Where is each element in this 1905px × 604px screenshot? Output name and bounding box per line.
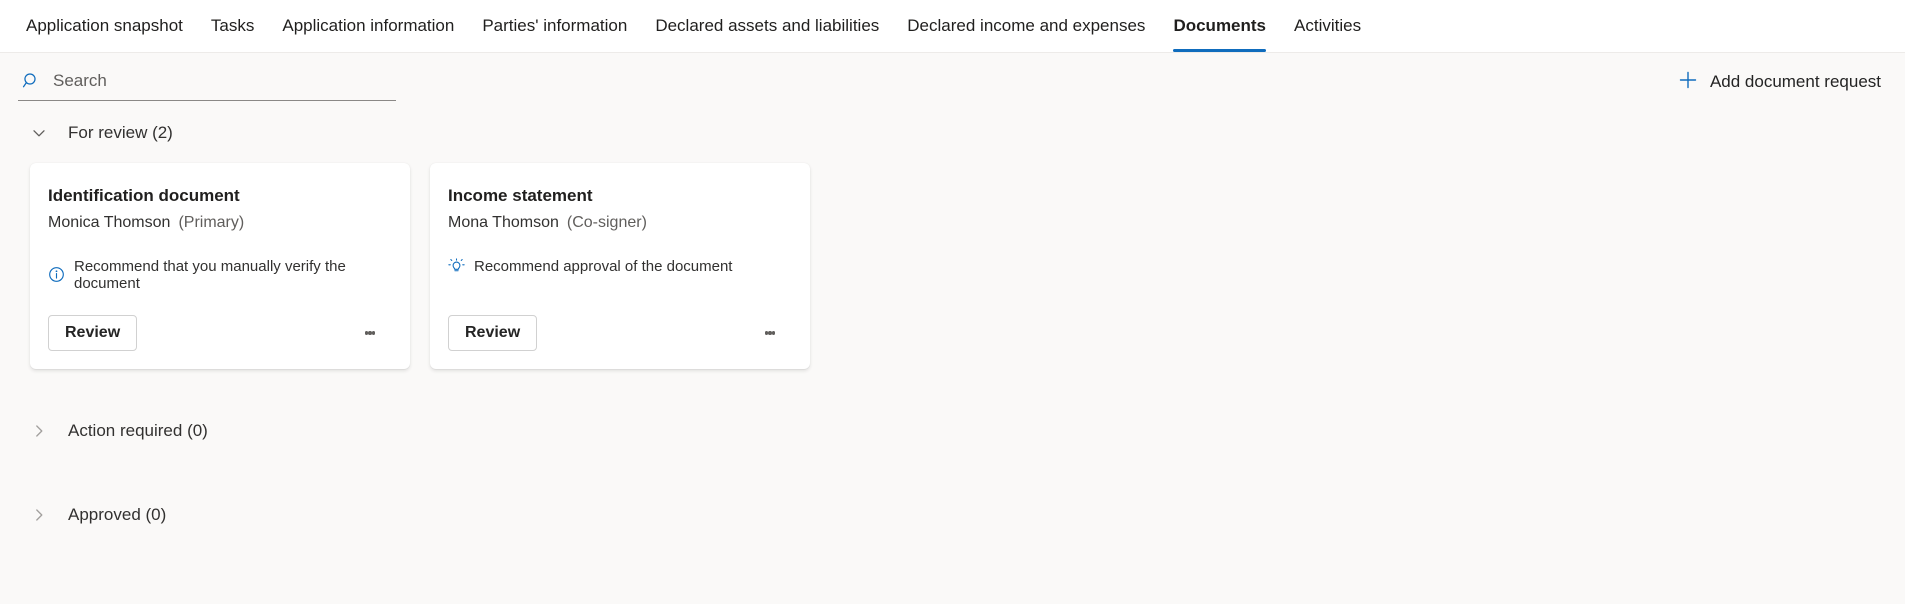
- section-header-action-required[interactable]: Action required (0): [18, 409, 1887, 453]
- search-input[interactable]: [53, 70, 390, 91]
- tab-declared-income-and-expenses[interactable]: Declared income and expenses: [893, 0, 1159, 52]
- recommendation-text: Recommend that you manually verify the d…: [74, 257, 346, 292]
- tab-application-information[interactable]: Application information: [268, 0, 468, 52]
- add-document-request-label: Add document request: [1709, 72, 1881, 91]
- document-title: Income statement: [448, 186, 593, 205]
- documents-page: Application snapshot Tasks Application i…: [0, 0, 1905, 604]
- section-header-for-review[interactable]: For review (2): [18, 111, 1887, 155]
- lightbulb-icon: [448, 258, 465, 275]
- document-card-actions: Review: [448, 315, 788, 351]
- chevron-right-icon: [30, 422, 48, 440]
- document-title: Identification document: [48, 186, 240, 205]
- tab-label: Activities: [1294, 16, 1362, 35]
- party-name: Mona Thomson: [448, 213, 559, 231]
- documents-content: For review (2) Identification document M…: [0, 111, 1905, 537]
- document-card[interactable]: Income statement Mona Thomson (Co-signer…: [430, 163, 810, 369]
- document-card[interactable]: Identification document Monica Thomson (…: [30, 163, 410, 369]
- tab-bar: Application snapshot Tasks Application i…: [0, 0, 1905, 53]
- search-field[interactable]: [18, 63, 396, 101]
- section-title: Action required (0): [68, 421, 208, 440]
- document-party: Monica Thomson (Primary): [48, 214, 388, 232]
- party-role: (Primary): [178, 213, 245, 231]
- chevron-down-icon: [30, 124, 48, 142]
- document-party: Mona Thomson (Co-signer): [448, 214, 788, 232]
- tab-label: Parties' information: [482, 16, 628, 35]
- more-options-icon[interactable]: [754, 317, 786, 349]
- tab-label: Application information: [282, 16, 455, 35]
- tab-label: Tasks: [210, 16, 255, 35]
- more-options-icon[interactable]: [354, 317, 386, 349]
- command-bar: Add document request: [0, 53, 1905, 111]
- chevron-right-icon: [30, 506, 48, 524]
- search-icon: [22, 71, 41, 90]
- plus-icon: [1678, 70, 1698, 95]
- add-document-request-button[interactable]: Add document request: [1674, 64, 1885, 101]
- recommendation-text: Recommend approval of the document: [474, 257, 733, 275]
- info-icon: [48, 266, 65, 283]
- section-title: For review (2): [68, 123, 173, 142]
- tab-label: Documents: [1173, 16, 1267, 35]
- tab-activities[interactable]: Activities: [1280, 0, 1375, 52]
- tab-label: Declared assets and liabilities: [655, 16, 880, 35]
- tab-label: Application snapshot: [26, 16, 183, 35]
- review-button[interactable]: Review: [48, 315, 138, 351]
- tab-parties-information[interactable]: Parties' information: [468, 0, 641, 52]
- tab-tasks[interactable]: Tasks: [197, 0, 268, 52]
- tab-documents[interactable]: Documents: [1159, 0, 1280, 52]
- party-name: Monica Thomson: [48, 213, 171, 231]
- document-card-list: Identification document Monica Thomson (…: [18, 155, 1887, 369]
- section-header-approved[interactable]: Approved (0): [18, 493, 1887, 537]
- section-title: Approved (0): [68, 505, 167, 524]
- document-recommendation: Recommend that you manually verify the d…: [48, 258, 388, 292]
- document-card-actions: Review: [48, 315, 388, 351]
- more-dot: [771, 331, 776, 335]
- review-button[interactable]: Review: [448, 315, 538, 351]
- more-dot: [371, 331, 376, 335]
- tab-application-snapshot[interactable]: Application snapshot: [12, 0, 197, 52]
- party-role: (Co-signer): [566, 213, 647, 231]
- tab-label: Declared income and expenses: [907, 16, 1146, 35]
- document-recommendation: Recommend approval of the document: [448, 258, 788, 275]
- tab-declared-assets-and-liabilities[interactable]: Declared assets and liabilities: [641, 0, 893, 52]
